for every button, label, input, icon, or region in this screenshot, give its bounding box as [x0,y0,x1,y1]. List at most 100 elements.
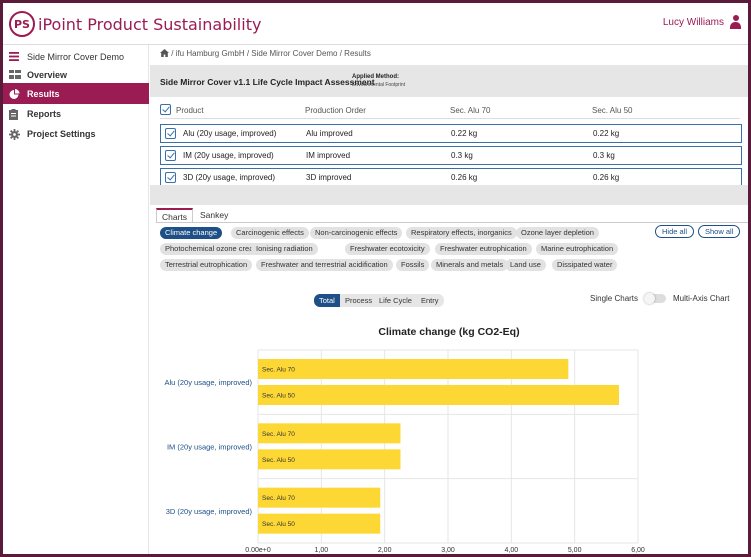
category-pill[interactable]: Non-carcinogenic effects [310,227,403,239]
toggle-label-multi: Multi-Axis Chart [673,294,730,303]
x-tick-label: 5,00 [568,547,582,554]
x-tick-label: 4,00 [505,547,519,554]
col-header-sec-alu-70: Sec. Alu 70 [450,106,491,115]
pie-chart-icon [9,88,21,99]
bar [258,359,569,379]
user-name[interactable]: Lucy Williams [663,17,724,28]
view-mode-process[interactable]: Process [340,294,378,307]
tab-sankey[interactable]: Sankey [195,208,233,223]
tab-underline [156,222,748,223]
bar [258,385,619,405]
category-pill[interactable]: Marine eutrophication [536,243,619,255]
app-window: PS iPoint Product Sustainability Lucy Wi… [3,3,748,554]
col-header-sec-alu-50: Sec. Alu 50 [592,106,633,115]
bar-label: Sec. Alu 50 [262,457,295,464]
cell-product: 3D (20y usage, improved) [183,173,276,182]
bar-label: Sec. Alu 50 [262,521,295,528]
cell-production-order: Alu improved [306,129,353,138]
category-pill[interactable]: Minerals and metals [431,259,509,271]
cell-sec-alu-70: 0.22 kg [451,129,478,138]
cell-sec-alu-70: 0.3 kg [451,151,473,160]
assessment-title: Side Mirror Cover v1.1 Life Cycle Impact… [160,77,375,87]
bar-label: Sec. Alu 70 [262,367,295,374]
bar-chart: Climate change (kg CO2-Eq) Alu (20y usag… [150,320,748,554]
category-pill[interactable]: Respiratory effects, inorganics [406,227,517,239]
row-checkbox[interactable] [165,150,176,161]
hamburger-icon [9,51,21,62]
report-icon [9,108,21,120]
breadcrumb: / ifu Hamburg GmbH / Side Mirror Cover D… [160,49,371,58]
cell-production-order: IM improved [306,151,351,160]
col-header-product: Product [176,106,204,115]
sidebar-item-overview[interactable]: Overview [3,64,149,85]
category-pill[interactable]: Freshwater ecotoxicity [345,243,430,255]
table-row[interactable]: IM (20y usage, improved) IM improved 0.3… [160,146,742,165]
sidebar-item-reports[interactable]: Reports [3,103,149,124]
x-tick-label: 6,00 [631,547,645,554]
view-mode-total[interactable]: Total [314,294,340,307]
user-icon[interactable] [730,15,741,30]
bar-label: Sec. Alu 50 [262,393,295,400]
section-divider [150,185,748,205]
category-pill[interactable]: Fossils [396,259,430,271]
app-title: iPoint Product Sustainability [38,14,262,34]
cell-sec-alu-70: 0.26 kg [451,173,478,182]
show-all-button[interactable]: Show all [698,225,741,238]
x-tick-label: 1,00 [315,547,329,554]
cell-sec-alu-50: 0.26 kg [593,173,620,182]
category-label: 3D (20y usage, improved) [166,507,253,516]
category-pill[interactable]: Dissipated water [552,259,618,271]
x-tick-label: 3,00 [441,547,455,554]
category-pill[interactable]: Freshwater eutrophication [435,243,532,255]
sidebar-item-label: Results [27,88,60,99]
chart-plot: Alu (20y usage, improved) Sec. Alu 70 Sec.… [164,349,645,554]
sidebar-item-label: Project Settings [27,128,96,139]
logo[interactable]: PS iPoint Product Sustainability [9,11,261,37]
sidebar-item-project-settings[interactable]: Project Settings [3,123,149,144]
row-checkbox[interactable] [165,172,176,183]
gear-icon [9,128,21,140]
sidebar-project-label: Side Mirror Cover Demo [27,51,125,62]
row-checkbox[interactable] [165,128,176,139]
category-pill[interactable]: Climate change [160,227,223,239]
toggle-label-single: Single Charts [590,294,639,303]
chart-mode-toggle[interactable] [644,293,666,304]
cell-sec-alu-50: 0.3 kg [593,151,615,160]
sidebar-item-label: Overview [27,69,68,80]
hide-all-button[interactable]: Hide all [655,225,695,238]
sidebar-item-results[interactable]: Results [3,83,149,104]
assessment-header: Side Mirror Cover v1.1 Life Cycle Impact… [150,65,748,97]
cell-production-order: 3D improved [306,173,352,182]
category-label: Alu (20y usage, improved) [164,378,252,387]
bar-label: Sec. Alu 70 [262,495,295,502]
logo-mark: PS [9,11,35,37]
select-all-checkbox[interactable] [160,104,171,115]
main-content: / ifu Hamburg GmbH / Side Mirror Cover D… [150,45,748,554]
cell-product: IM (20y usage, improved) [183,151,274,160]
cell-product: Alu (20y usage, improved) [183,129,277,138]
category-pill[interactable]: Carcinogenic effects [231,227,309,239]
category-pill[interactable]: Land use [505,259,546,271]
x-tick-label: 2,00 [378,547,392,554]
sidebar: Side Mirror Cover Demo Overview Results … [3,45,149,554]
category-pill[interactable]: Ozone layer depletion [516,227,599,239]
table-row[interactable]: Alu (20y usage, improved) Alu improved 0… [160,124,742,143]
table-header: Product Production Order Sec. Alu 70 Sec… [160,103,740,119]
home-icon[interactable] [160,49,169,57]
view-mode-life-cycle[interactable]: Life Cycle [374,294,417,307]
category-pill[interactable]: Freshwater and terrestrial acidification [256,259,393,271]
col-header-production-order: Production Order [305,106,366,115]
sidebar-item-label: Reports [27,108,62,119]
category-pill[interactable]: Terrestrial eutrophication [160,259,253,271]
cell-sec-alu-50: 0.22 kg [593,129,620,138]
bar-label: Sec. Alu 70 [262,431,295,438]
breadcrumb-path[interactable]: / ifu Hamburg GmbH / Side Mirror Cover D… [171,49,371,58]
category-label: IM (20y usage, improved) [167,443,253,452]
top-bar: PS iPoint Product Sustainability Lucy Wi… [3,3,748,45]
tab-charts[interactable]: Charts [156,208,194,223]
overview-icon [9,69,21,80]
view-mode-entry[interactable]: Entry [416,294,444,307]
method-value: Environmental Footprint [352,82,406,88]
method-label: Applied Method: [352,74,399,80]
category-pill[interactable]: Ionising radiation [251,243,318,255]
